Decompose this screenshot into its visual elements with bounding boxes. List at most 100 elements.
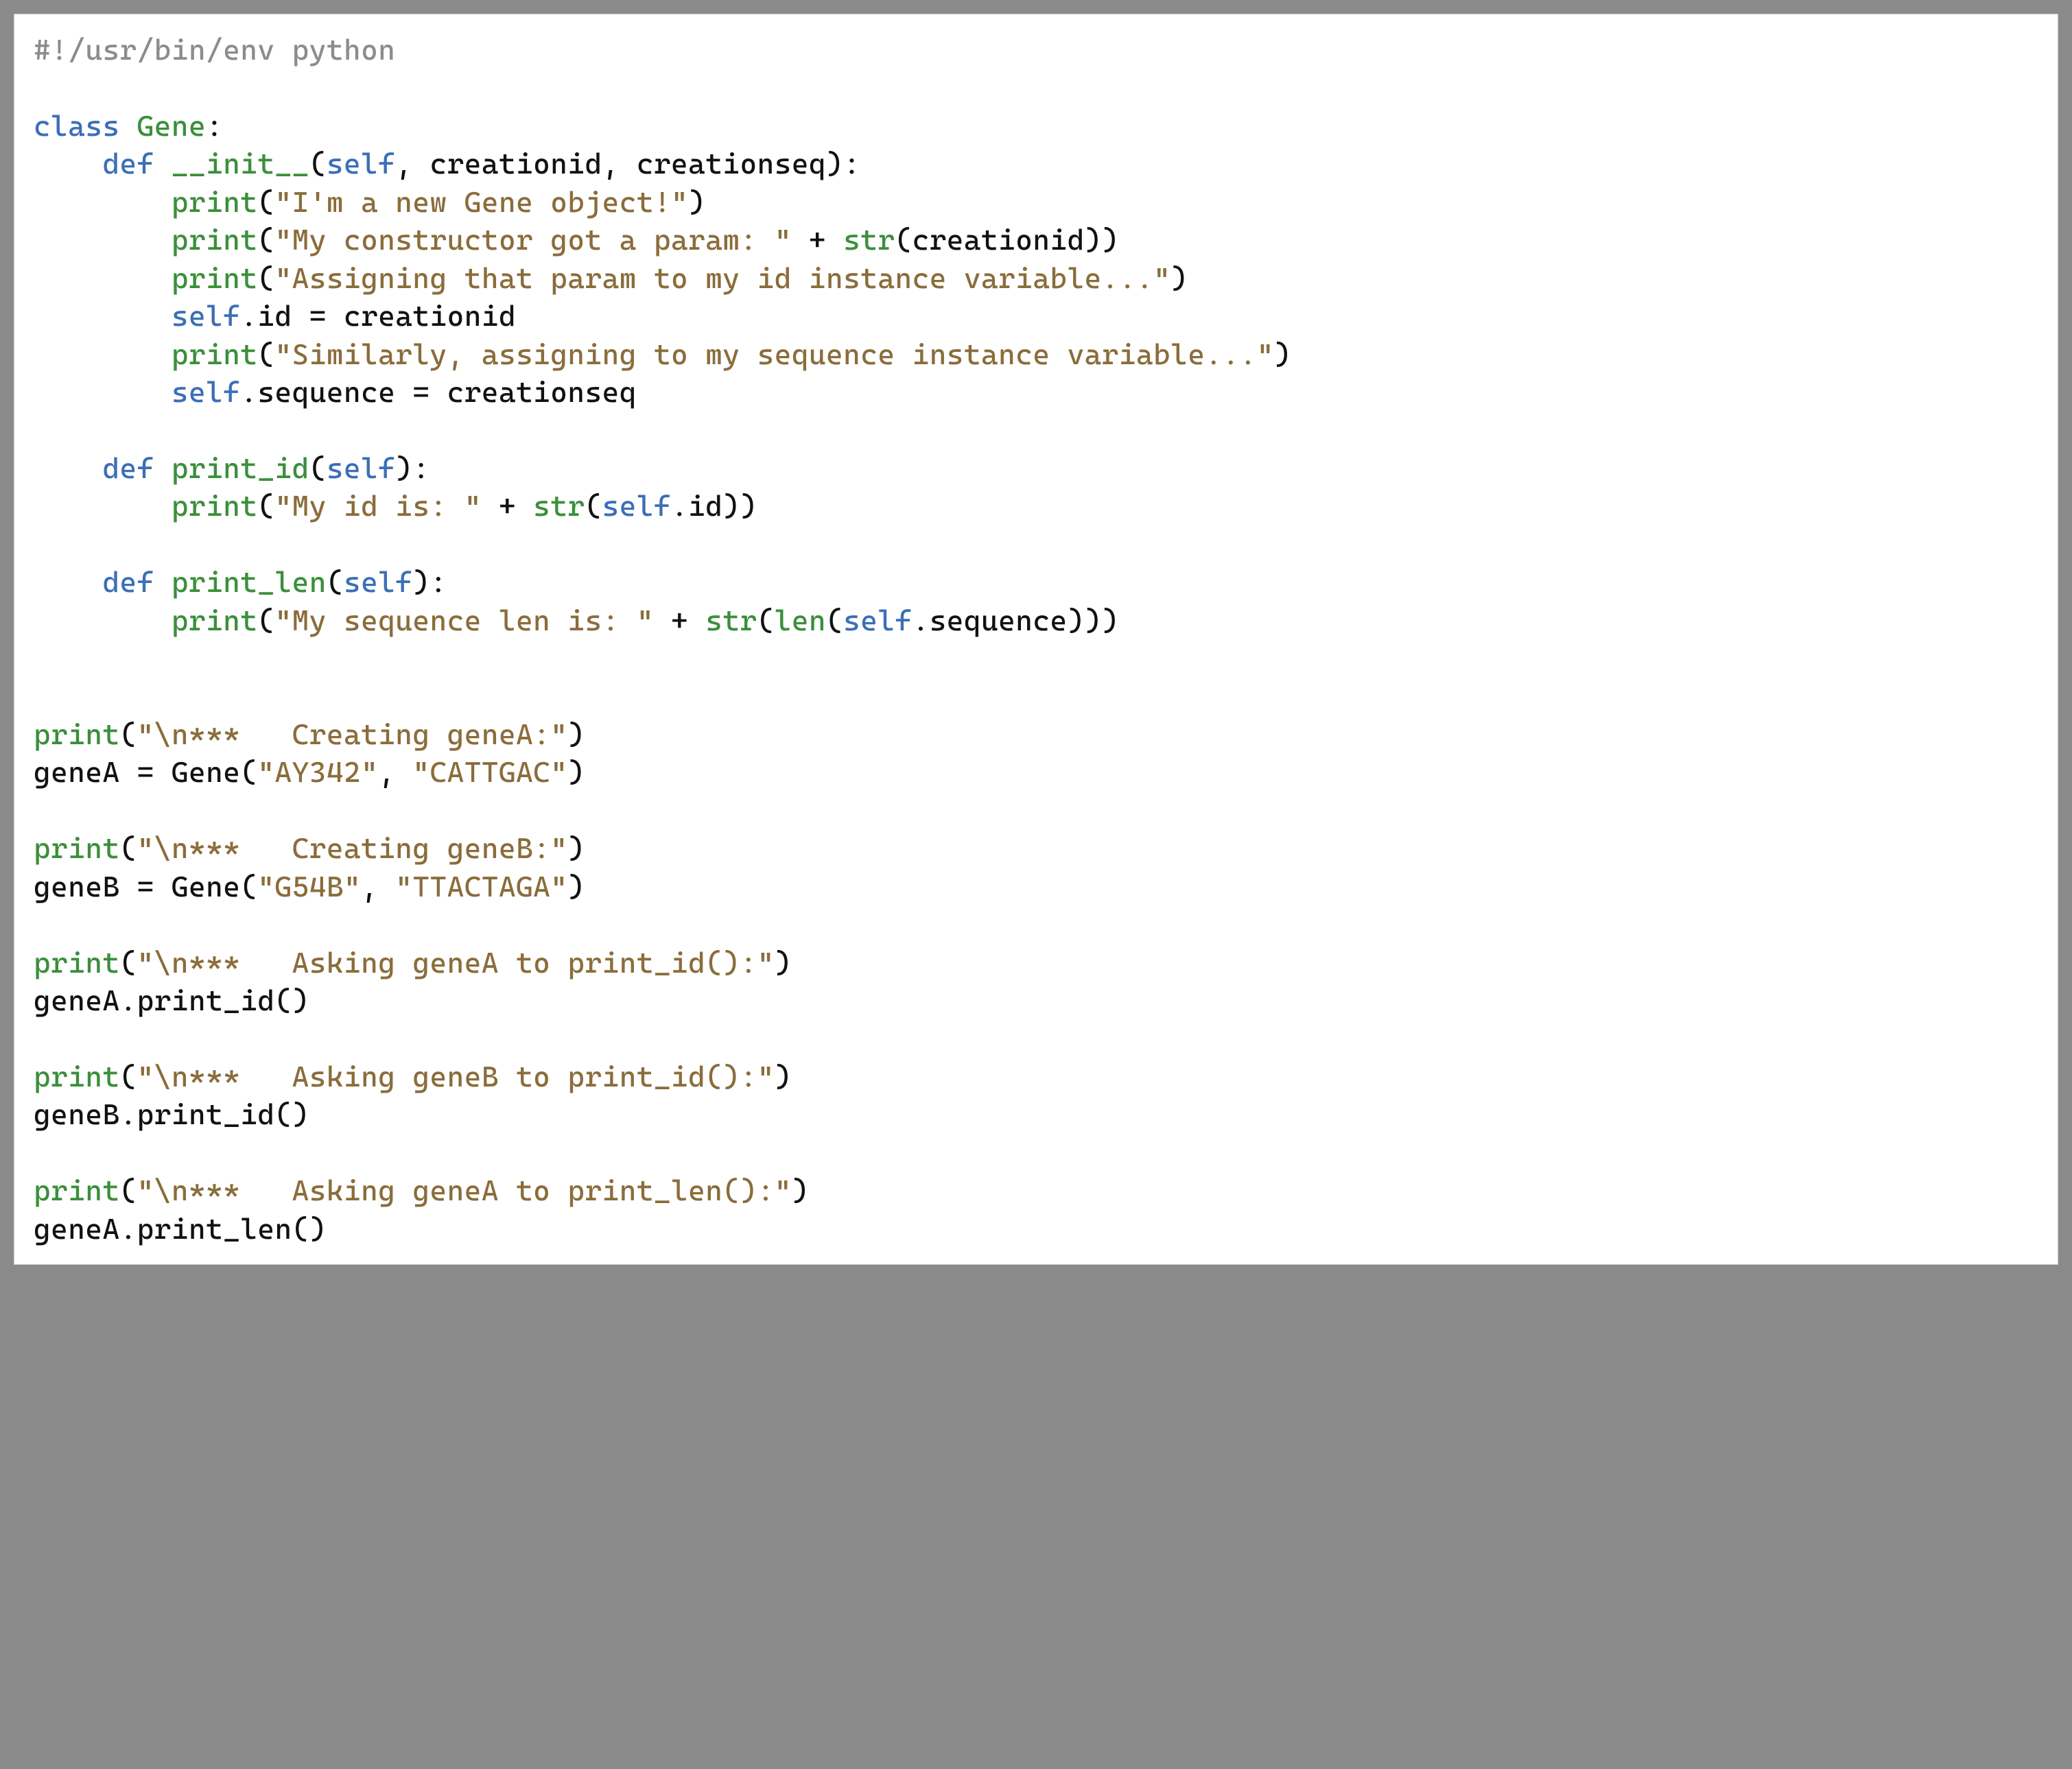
code-token: + [654,604,705,637]
code-token: "TTACTAGA" [395,870,567,903]
code-line [34,525,2038,563]
code-token: print [34,1060,120,1093]
code-token: , [361,870,395,903]
code-token: "\n*** Asking geneB to print_id():" [137,1060,775,1093]
code-token: len [775,604,826,637]
code-line [34,639,2038,677]
code-token: str [533,489,585,523]
code-token: print [172,604,258,637]
code-token: def [102,147,154,180]
code-line: geneA.print_len() [34,1210,2038,1248]
code-token: , [378,755,412,789]
code-line: print("\n*** Creating geneB:") [34,829,2038,867]
code-token: self [344,565,412,599]
code-token: "CATTGAC" [412,755,567,789]
code-token: ( [120,831,137,865]
code-line: geneB = Gene("G54B", "TTACTAGA") [34,868,2038,905]
code-line: #!/usr/bin/env python [34,31,2038,69]
code-token: geneA = Gene( [34,755,257,789]
code-token: print [172,223,258,257]
code-token: ) [567,831,585,865]
code-token [154,565,172,599]
code-token: ( [257,489,274,523]
code-token: #!/usr/bin/env python [34,33,395,67]
code-token: self [172,299,240,333]
code-token: ) [792,1174,809,1207]
code-token: ) [775,1060,792,1093]
code-token: "AY342" [257,755,378,789]
code-token: Gene [137,109,206,143]
code-token: self [602,489,671,523]
code-token [34,337,172,371]
code-line [34,1134,2038,1172]
code-block: #!/usr/bin/env python class Gene: def __… [14,14,2058,1265]
code-token: self [327,451,395,485]
code-token: geneB = Gene( [34,870,257,903]
code-token [34,185,172,219]
code-token: ( [257,261,274,295]
code-line: print("My id is: " + str(self.id)) [34,487,2038,525]
code-token: ): [395,451,429,485]
code-token: "I'm a new Gene object!" [275,185,689,219]
code-token: .id = creationid [240,299,516,333]
code-line: print("I'm a new Gene object!") [34,183,2038,221]
code-token: ) [567,755,585,789]
code-token: ( [257,185,274,219]
code-token: print [34,946,120,980]
code-token [154,147,172,180]
code-line [34,1019,2038,1057]
code-token: "My id is: " [275,489,482,523]
code-token: class [34,109,120,143]
code-token: __init__ [172,147,309,180]
code-token [34,489,172,523]
code-token: .sequence))) [913,604,1119,637]
code-token: "Similarly, assigning to my sequence ins… [275,337,1274,371]
code-token: geneA.print_id() [34,984,309,1017]
code-token: , creationid, creationseq): [395,147,860,180]
code-token [154,451,172,485]
code-token: str [843,223,895,257]
code-token [34,451,102,485]
code-line: geneA = Gene("AY342", "CATTGAC") [34,753,2038,791]
code-line [34,677,2038,715]
code-token: print [34,831,120,865]
code-token: ( [257,337,274,371]
code-token: ) [567,870,585,903]
code-token: ( [309,147,327,180]
code-line: self.id = creationid [34,297,2038,335]
code-token: print [172,337,258,371]
code-token: print_id [172,451,309,485]
code-token: .sequence = creationseq [240,375,637,409]
code-token: "Assigning that param to my id instance … [275,261,1171,295]
code-line: print("Assigning that param to my id ins… [34,259,2038,297]
code-token: ( [120,1174,137,1207]
code-token: ( [585,489,602,523]
code-line: print("\n*** Asking geneA to print_id():… [34,944,2038,982]
code-token [34,375,172,409]
code-token: def [102,565,154,599]
code-line: geneB.print_id() [34,1095,2038,1133]
code-token: print [172,261,258,295]
code-token: ( [757,604,775,637]
code-token: (creationid)) [895,223,1118,257]
code-token: str [705,604,757,637]
code-token: ) [688,185,705,219]
code-token: "\n*** Creating geneA:" [137,717,568,751]
code-token [34,565,102,599]
code-line: geneA.print_id() [34,982,2038,1019]
code-token: + [792,223,843,257]
code-token: ( [327,565,344,599]
code-line: print("Similarly, assigning to my sequen… [34,335,2038,373]
code-line: print("\n*** Asking geneA to print_len()… [34,1172,2038,1209]
code-token: ( [309,451,327,485]
code-token: self [843,604,912,637]
code-token: ) [775,946,792,980]
code-line: print("\n*** Asking geneB to print_id():… [34,1058,2038,1095]
code-token: self [327,147,395,180]
code-token: "\n*** Asking geneA to print_id():" [137,946,775,980]
code-line [34,905,2038,943]
code-token: def [102,451,154,485]
code-token: ) [567,717,585,751]
code-token: "\n*** Creating geneB:" [137,831,568,865]
code-token: ) [1274,337,1291,371]
